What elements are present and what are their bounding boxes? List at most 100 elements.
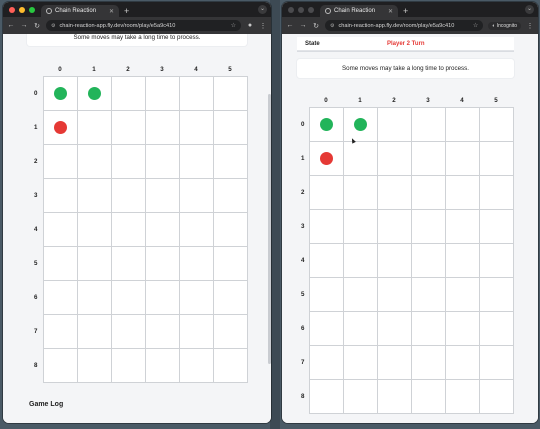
board-cell-5-4[interactable] xyxy=(180,247,214,281)
board-cell-6-1[interactable] xyxy=(344,312,378,346)
board-cell-6-4[interactable] xyxy=(446,312,480,346)
board-cell-8-1[interactable] xyxy=(344,380,378,414)
board-cell-1-2[interactable] xyxy=(112,111,146,145)
board-cell-8-3[interactable] xyxy=(146,349,180,383)
forward-arrow-icon[interactable]: → xyxy=(299,22,307,29)
board-cell-2-2[interactable] xyxy=(378,176,412,210)
board-cell-6-2[interactable] xyxy=(112,281,146,315)
board-cell-4-1[interactable] xyxy=(344,244,378,278)
tab-search-icon[interactable]: ⌄ xyxy=(525,5,534,14)
board-cell-5-0[interactable] xyxy=(310,278,344,312)
menu-kebab-icon[interactable]: ⋮ xyxy=(526,22,534,30)
new-tab-button[interactable]: + xyxy=(119,5,134,17)
board-cell-8-5[interactable] xyxy=(214,349,248,383)
board-cell-3-1[interactable] xyxy=(344,210,378,244)
board-cell-2-4[interactable] xyxy=(180,145,214,179)
address-bar[interactable]: ⚙ chain-reaction-app.fly.dev/room/play/e… xyxy=(325,20,484,31)
tab-search-icon[interactable]: ⌄ xyxy=(258,5,267,14)
board-cell-1-0[interactable] xyxy=(44,111,78,145)
board-cell-8-3[interactable] xyxy=(412,380,446,414)
board-cell-2-2[interactable] xyxy=(112,145,146,179)
board-cell-1-1[interactable] xyxy=(344,142,378,176)
board-cell-7-1[interactable] xyxy=(344,346,378,380)
board-cell-0-1[interactable] xyxy=(344,108,378,142)
tab-chain-reaction[interactable]: Chain Reaction ✕ xyxy=(320,5,398,17)
board-cell-3-2[interactable] xyxy=(378,210,412,244)
board-cell-6-0[interactable] xyxy=(44,281,78,315)
board-cell-5-4[interactable] xyxy=(446,278,480,312)
reload-icon[interactable]: ↻ xyxy=(312,22,320,30)
board-cell-8-1[interactable] xyxy=(78,349,112,383)
board-cell-2-1[interactable] xyxy=(344,176,378,210)
board-cell-7-4[interactable] xyxy=(180,315,214,349)
forward-arrow-icon[interactable]: → xyxy=(20,22,28,29)
back-arrow-icon[interactable]: ← xyxy=(286,22,294,29)
board-cell-8-5[interactable] xyxy=(480,380,514,414)
board-cell-2-5[interactable] xyxy=(214,145,248,179)
board-cell-1-4[interactable] xyxy=(446,142,480,176)
board-cell-5-2[interactable] xyxy=(112,247,146,281)
board-cell-3-3[interactable] xyxy=(146,179,180,213)
board-cell-1-4[interactable] xyxy=(180,111,214,145)
board-cell-0-3[interactable] xyxy=(146,77,180,111)
board-cell-5-5[interactable] xyxy=(214,247,248,281)
board-cell-0-5[interactable] xyxy=(480,108,514,142)
back-arrow-icon[interactable]: ← xyxy=(7,22,15,29)
board-cell-6-0[interactable] xyxy=(310,312,344,346)
board-cell-6-5[interactable] xyxy=(214,281,248,315)
board-cell-1-5[interactable] xyxy=(480,142,514,176)
menu-kebab-icon[interactable]: ⋮ xyxy=(259,22,267,30)
board-cell-7-0[interactable] xyxy=(310,346,344,380)
site-info-icon[interactable]: ⚙ xyxy=(51,23,55,29)
board-cell-5-2[interactable] xyxy=(378,278,412,312)
board-cell-5-1[interactable] xyxy=(78,247,112,281)
board-cell-1-1[interactable] xyxy=(78,111,112,145)
board-cell-3-4[interactable] xyxy=(180,179,214,213)
board-cell-7-3[interactable] xyxy=(146,315,180,349)
board-cell-7-3[interactable] xyxy=(412,346,446,380)
board-cell-8-0[interactable] xyxy=(310,380,344,414)
site-info-icon[interactable]: ⚙ xyxy=(330,23,334,29)
board-cell-7-4[interactable] xyxy=(446,346,480,380)
board-cell-0-2[interactable] xyxy=(112,77,146,111)
board-cell-8-2[interactable] xyxy=(112,349,146,383)
board-cell-4-0[interactable] xyxy=(44,213,78,247)
board-cell-4-0[interactable] xyxy=(310,244,344,278)
board-cell-2-0[interactable] xyxy=(310,176,344,210)
board-cell-4-5[interactable] xyxy=(480,244,514,278)
board-cell-3-1[interactable] xyxy=(78,179,112,213)
board-cell-4-3[interactable] xyxy=(412,244,446,278)
board-cell-2-1[interactable] xyxy=(78,145,112,179)
board-cell-0-0[interactable] xyxy=(310,108,344,142)
close-window-button[interactable] xyxy=(288,6,294,13)
board-cell-2-3[interactable] xyxy=(412,176,446,210)
new-tab-button[interactable]: + xyxy=(398,5,413,17)
bookmark-star-icon[interactable]: ☆ xyxy=(231,22,236,29)
close-window-button[interactable] xyxy=(9,6,15,13)
page-scrollbar[interactable] xyxy=(268,94,271,364)
tab-chain-reaction[interactable]: Chain Reaction ✕ xyxy=(41,5,119,17)
board-cell-6-2[interactable] xyxy=(378,312,412,346)
board-cell-4-2[interactable] xyxy=(378,244,412,278)
board-cell-6-5[interactable] xyxy=(480,312,514,346)
board-cell-6-4[interactable] xyxy=(180,281,214,315)
close-tab-icon[interactable]: ✕ xyxy=(388,8,393,15)
profile-icon[interactable]: ● xyxy=(246,22,254,29)
address-bar[interactable]: ⚙ chain-reaction-app.fly.dev/room/play/e… xyxy=(46,20,241,31)
board-cell-8-0[interactable] xyxy=(44,349,78,383)
board-cell-0-5[interactable] xyxy=(214,77,248,111)
board-cell-6-3[interactable] xyxy=(146,281,180,315)
board-cell-3-3[interactable] xyxy=(412,210,446,244)
board-cell-3-5[interactable] xyxy=(214,179,248,213)
board-cell-3-2[interactable] xyxy=(112,179,146,213)
board-cell-4-1[interactable] xyxy=(78,213,112,247)
board-cell-0-4[interactable] xyxy=(446,108,480,142)
board-cell-2-4[interactable] xyxy=(446,176,480,210)
board-cell-0-4[interactable] xyxy=(180,77,214,111)
board-cell-0-1[interactable] xyxy=(78,77,112,111)
zoom-window-button[interactable] xyxy=(308,6,314,13)
board-cell-4-3[interactable] xyxy=(146,213,180,247)
close-tab-icon[interactable]: ✕ xyxy=(109,8,114,15)
minimize-window-button[interactable] xyxy=(298,6,304,13)
board-cell-1-0[interactable] xyxy=(310,142,344,176)
